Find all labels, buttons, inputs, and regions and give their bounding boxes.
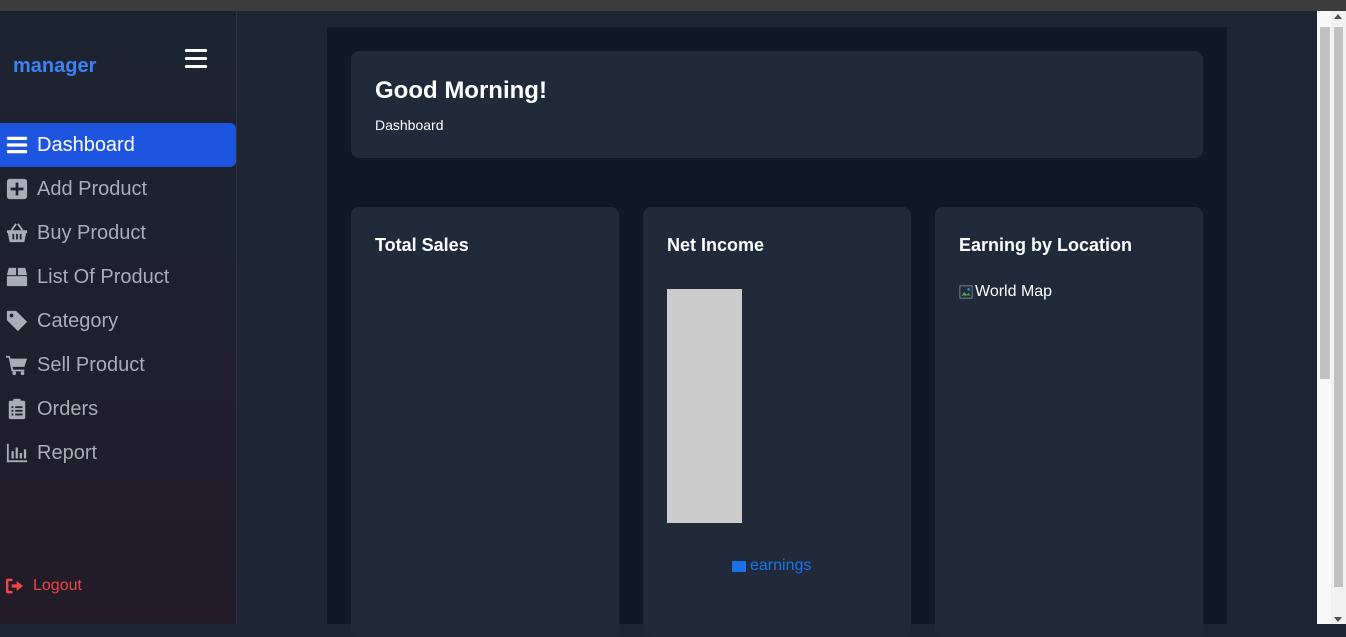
greeting-card: Good Morning! Dashboard <box>351 51 1203 158</box>
chart-bar[interactable] <box>667 289 742 523</box>
sidebar: manager Dashboard Add Product Buy Produc… <box>0 11 237 624</box>
sidebar-item-label: Category <box>37 309 119 332</box>
plus-square-icon <box>5 177 29 201</box>
breadcrumb: Dashboard <box>375 117 444 133</box>
page-title: Good Morning! <box>375 77 547 104</box>
sidebar-item-sell-product[interactable]: Sell Product <box>0 343 236 387</box>
sidebar-item-buy-product[interactable]: Buy Product <box>0 211 236 255</box>
legend-swatch <box>732 560 746 572</box>
total-sales-title: Total Sales <box>375 235 469 255</box>
scrollbar-thumb[interactable] <box>1320 27 1330 379</box>
sidebar-item-label: Buy Product <box>37 221 146 244</box>
sign-out-icon <box>6 578 24 594</box>
sidebar-menu: Dashboard Add Product Buy Product List O… <box>0 123 236 475</box>
earning-by-location-title: Earning by Location <box>959 235 1133 255</box>
brand-logo[interactable]: manager <box>13 55 96 78</box>
legend-label: earnings <box>750 557 812 574</box>
browser-top-strip <box>0 0 1346 11</box>
tag-icon <box>5 309 29 333</box>
world-map-alt-text: World Map <box>975 283 1053 300</box>
sidebar-item-add-product[interactable]: Add Product <box>0 167 236 211</box>
logout-label: Logout <box>33 577 82 594</box>
sidebar-item-report[interactable]: Report <box>0 431 236 475</box>
clipboard-icon <box>5 397 29 421</box>
net-income-chart <box>667 289 742 523</box>
sidebar-item-label: Sell Product <box>37 353 145 376</box>
outer-scrollbar-thumb[interactable] <box>1334 27 1343 587</box>
chart-legend[interactable]: earnings <box>732 557 811 575</box>
box-icon <box>5 265 29 289</box>
total-sales-card: Total Sales <box>351 207 619 637</box>
sidebar-item-label: Report <box>37 441 98 464</box>
earning-by-location-card: Earning by Location World Map <box>935 207 1203 637</box>
sidebar-item-label: Orders <box>37 397 99 420</box>
sidebar-item-orders[interactable]: Orders <box>0 387 236 431</box>
logout-link[interactable]: Logout <box>5 577 82 595</box>
broken-image-icon <box>959 285 973 299</box>
menu-toggle-icon[interactable] <box>185 49 207 71</box>
sidebar-item-dashboard[interactable]: Dashboard <box>0 123 236 167</box>
world-map-image: World Map <box>959 283 1052 301</box>
sidebar-item-list-of-product[interactable]: List Of Product <box>0 255 236 299</box>
basket-icon <box>5 221 29 245</box>
sidebar-item-label: List Of Product <box>37 265 170 288</box>
scroll-up-icon[interactable] <box>1334 14 1342 19</box>
net-income-card: Net Income earnings <box>643 207 911 637</box>
sidebar-item-label: Dashboard <box>37 133 135 156</box>
scroll-down-icon[interactable] <box>1334 617 1342 622</box>
cart-icon <box>5 353 29 377</box>
sidebar-item-label: Add Product <box>37 177 148 200</box>
sidebar-item-category[interactable]: Category <box>0 299 236 343</box>
bar-chart-icon <box>5 441 29 465</box>
list-icon <box>5 133 29 157</box>
